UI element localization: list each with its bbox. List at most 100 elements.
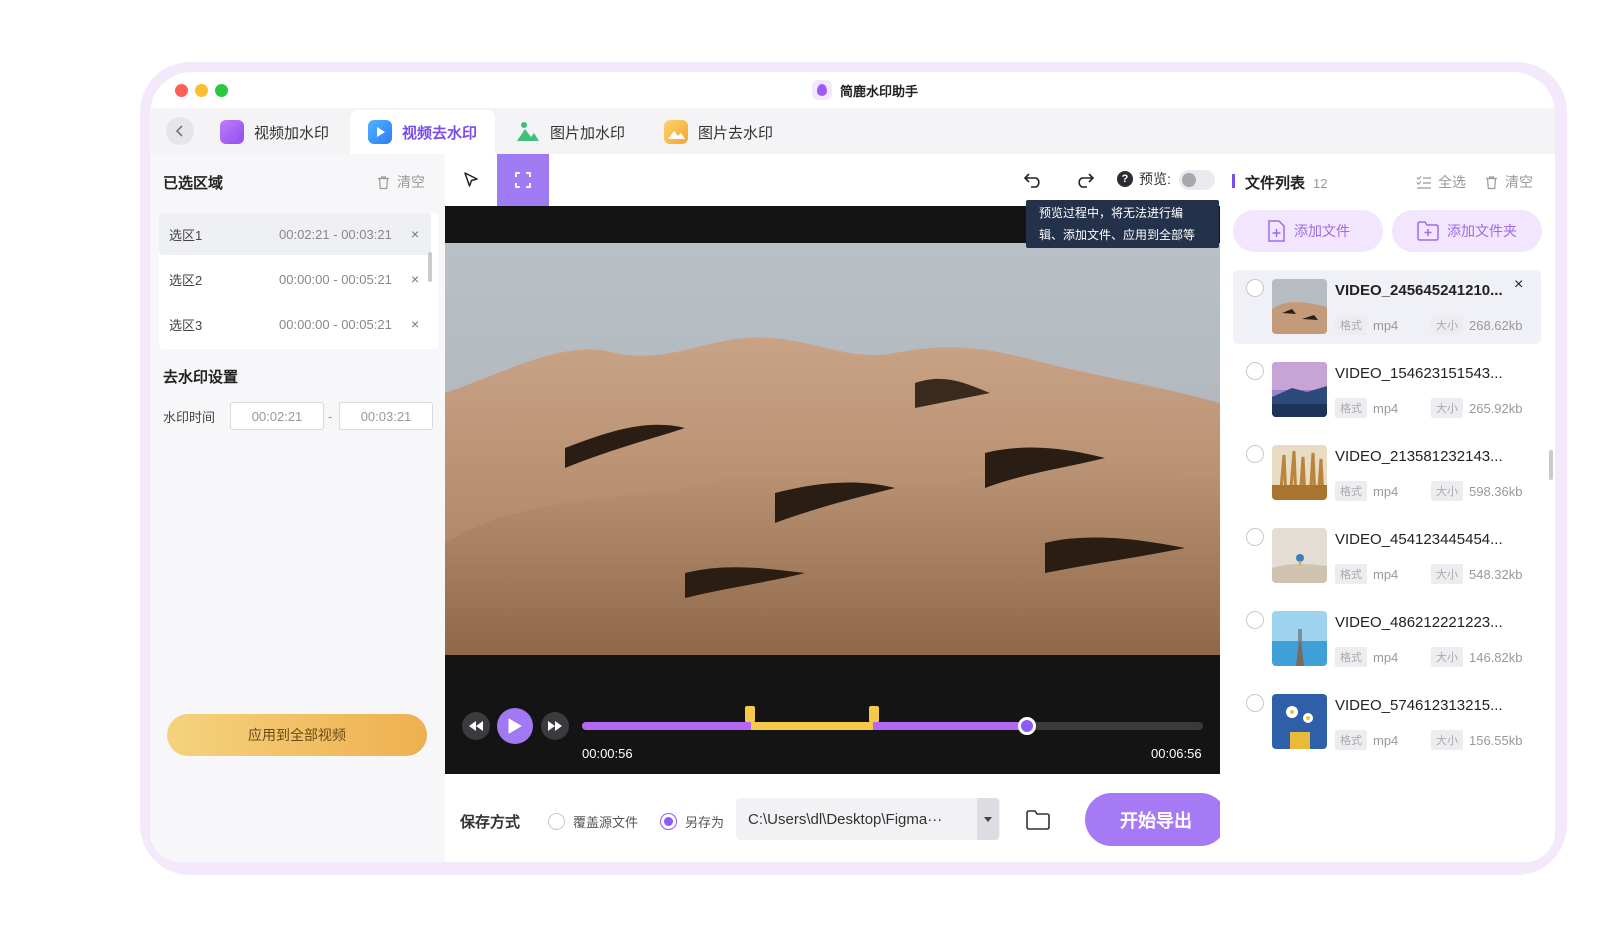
- close-icon[interactable]: ×: [411, 271, 419, 287]
- tab-video-remove-watermark[interactable]: 视频去水印: [350, 110, 496, 154]
- add-file-icon: [1268, 220, 1285, 242]
- file-thumbnail: [1272, 528, 1327, 583]
- region-scrollbar[interactable]: [428, 252, 432, 282]
- timeline-knob[interactable]: [1018, 717, 1037, 735]
- app-title: 简鹿水印助手: [812, 80, 918, 100]
- file-checkbox[interactable]: [1246, 279, 1264, 297]
- close-icon[interactable]: ×: [411, 226, 419, 242]
- add-file-button[interactable]: 添加文件: [1233, 210, 1383, 252]
- select-all-button[interactable]: 全选: [1416, 172, 1466, 192]
- region-time: 00:02:21 - 00:03:21: [279, 226, 392, 242]
- add-folder-icon: [1417, 221, 1439, 241]
- selection-end-handle[interactable]: [868, 706, 879, 722]
- redo-icon: [1078, 173, 1095, 188]
- file-item[interactable]: VIDEO_574612313215... 格式 mp4 大小 156.55kb: [1233, 685, 1541, 759]
- time-separator: -: [328, 408, 333, 424]
- preview-label: ? 预览:: [1117, 169, 1171, 189]
- file-name: VIDEO_245645241210...: [1335, 282, 1503, 299]
- selection-start-handle[interactable]: [744, 706, 755, 722]
- save-as-label: 另存为: [685, 815, 725, 830]
- fast-forward-button[interactable]: [541, 712, 569, 740]
- video-player: 预览过程中，将无法进行编辑、添加文件、应用到全部等 00:00:56 00:06…: [445, 200, 1220, 774]
- apply-all-button[interactable]: 应用到全部视频: [167, 714, 427, 756]
- save-as-option[interactable]: 另存为: [660, 812, 724, 831]
- file-list-title-text: 文件列表: [1245, 175, 1306, 192]
- file-checkbox[interactable]: [1246, 445, 1264, 463]
- region-name: 选区3: [169, 317, 203, 333]
- tab-bar: 视频加水印 视频去水印 图片加水印 图片去水印: [150, 108, 1555, 154]
- file-format: 格式 mp4: [1335, 315, 1398, 335]
- add-folder-button[interactable]: 添加文件夹: [1392, 210, 1542, 252]
- close-icon[interactable]: ×: [411, 316, 419, 332]
- clear-regions-button[interactable]: 清空: [376, 172, 425, 192]
- open-folder-button[interactable]: [1025, 808, 1051, 837]
- rewind-button[interactable]: [462, 712, 490, 740]
- save-as-radio[interactable]: [660, 813, 677, 830]
- region-item[interactable]: 选区1 00:02:21 - 00:03:21 ×: [159, 213, 431, 255]
- watermark-start-input[interactable]: 00:02:21: [230, 402, 324, 430]
- clear-label: 清空: [397, 174, 425, 190]
- add-folder-label: 添加文件夹: [1447, 223, 1517, 239]
- help-icon[interactable]: ?: [1117, 171, 1133, 187]
- save-path-select[interactable]: C:\Users\dl\Desktop\Figma···: [736, 798, 1000, 840]
- file-item[interactable]: VIDEO_245645241210... 格式 mp4 大小 268.62kb ×: [1233, 270, 1541, 344]
- overwrite-option[interactable]: 覆盖源文件: [548, 812, 638, 831]
- file-checkbox[interactable]: [1246, 611, 1264, 629]
- select-all-label: 全选: [1438, 174, 1466, 190]
- close-window-button[interactable]: [175, 84, 188, 97]
- file-size: 大小 265.92kb: [1431, 398, 1523, 418]
- file-item[interactable]: VIDEO_486212221223... 格式 mp4 大小 146.82kb: [1233, 602, 1541, 676]
- region-item[interactable]: 选区2 00:00:00 - 00:05:21 ×: [159, 258, 431, 300]
- start-export-button[interactable]: 开始导出: [1085, 793, 1227, 846]
- redo-button[interactable]: [1059, 154, 1111, 206]
- region-time: 00:00:00 - 00:05:21: [279, 271, 392, 287]
- save-method-label: 保存方式: [460, 814, 521, 831]
- region-name: 选区1: [169, 227, 203, 243]
- undo-button[interactable]: [1007, 154, 1059, 206]
- minimize-window-button[interactable]: [195, 84, 208, 97]
- tab-video-add-watermark[interactable]: 视频加水印: [202, 110, 347, 154]
- folder-icon: [1026, 810, 1050, 830]
- image-add-icon: [516, 120, 540, 144]
- file-list-panel: 文件列表 12 全选 清空 添加文件 添加文件夹 VIDEO_245645241…: [1220, 154, 1555, 862]
- watermark-end-input[interactable]: 00:03:21: [339, 402, 433, 430]
- timeline-selection: [750, 722, 873, 730]
- file-checkbox[interactable]: [1246, 362, 1264, 380]
- save-path-dropdown[interactable]: [977, 798, 999, 840]
- file-item[interactable]: VIDEO_213581232143... 格式 mp4 大小 598.36kb: [1233, 436, 1541, 510]
- watermark-time-row: 水印时间 00:02:21 - 00:03:21: [163, 402, 438, 430]
- timeline-track[interactable]: [582, 706, 1203, 735]
- file-size: 大小 156.55kb: [1431, 730, 1523, 750]
- file-checkbox[interactable]: [1246, 528, 1264, 546]
- back-button[interactable]: [166, 117, 194, 145]
- overwrite-label: 覆盖源文件: [573, 815, 639, 830]
- remove-file-icon[interactable]: ×: [1514, 276, 1523, 294]
- maximize-window-button[interactable]: [215, 84, 228, 97]
- preview-toggle[interactable]: [1179, 170, 1215, 190]
- play-button[interactable]: [497, 708, 533, 744]
- file-format: 格式 mp4: [1335, 481, 1398, 501]
- trash-icon: [1486, 175, 1497, 189]
- region-tool-button[interactable]: [497, 154, 549, 206]
- select-tool-button[interactable]: [445, 154, 497, 206]
- tab-image-remove-watermark[interactable]: 图片去水印: [646, 110, 791, 154]
- region-item[interactable]: 选区3 00:00:00 - 00:05:21 ×: [159, 303, 431, 345]
- region-list: 选区1 00:02:21 - 00:03:21 × 选区2 00:00:00 -…: [159, 213, 438, 349]
- file-thumbnail: [1272, 611, 1327, 666]
- tab-label: 图片去水印: [698, 124, 774, 142]
- caret-down-icon: [984, 816, 992, 822]
- tab-image-add-watermark[interactable]: 图片加水印: [498, 110, 643, 154]
- app-title-text: 简鹿水印助手: [840, 83, 919, 99]
- checklist-icon: [1416, 175, 1431, 189]
- settings-title: 去水印设置: [163, 369, 239, 386]
- file-list-scrollbar[interactable]: [1549, 450, 1553, 480]
- file-size: 大小 146.82kb: [1431, 647, 1523, 667]
- video-preview[interactable]: [445, 243, 1220, 655]
- overwrite-radio[interactable]: [548, 813, 565, 830]
- clear-files-button[interactable]: 清空: [1484, 172, 1533, 192]
- file-item[interactable]: VIDEO_454123445454... 格式 mp4 大小 548.32kb: [1233, 519, 1541, 593]
- file-checkbox[interactable]: [1246, 694, 1264, 712]
- save-options: 保存方式 覆盖源文件 另存为 C:\Users\dl\Desktop\Figma…: [445, 774, 1227, 862]
- file-item[interactable]: VIDEO_154623151543... 格式 mp4 大小 265.92kb: [1233, 353, 1541, 427]
- region-name: 选区2: [169, 272, 203, 288]
